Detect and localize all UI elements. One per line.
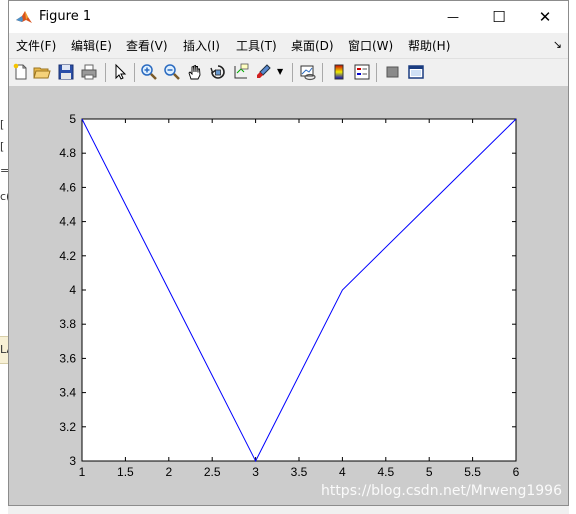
x-tick-label: 4 [339,465,346,479]
background-window-edge: [ [ = c( [0,0,8,514]
background-text-fragment: [ [0,140,5,153]
maximize-icon: ☐ [492,8,506,26]
figure-canvas: 1 1.5 2 2.5 3 3.5 4 4.5 5 5.5 6 3 3.2 3.4 3.6 3.8 4 4.2 4.… [9,86,568,505]
print-icon[interactable] [80,63,98,81]
link-plot-icon[interactable] [299,63,317,81]
y-tick-label: 4.2 [59,249,76,263]
maximize-button[interactable]: ☐ [476,1,522,33]
menu-bar: 文件(F) 编辑(E) 查看(V) 插入(I) 工具(T) 桌面(D) 窗口(W… [9,33,568,57]
background-text-fragment: [ [0,118,5,131]
menu-file[interactable]: 文件(F) [16,37,56,54]
save-icon[interactable] [57,63,75,81]
y-tick-label: 4.8 [59,146,76,160]
y-tick-label: 3.2 [59,420,76,434]
y-tick-label: 3.4 [59,386,76,400]
toolbar-separator [292,63,293,82]
background-text-fragment: = [0,164,8,177]
x-tick-label: 2 [165,465,172,479]
close-button[interactable]: ✕ [522,1,568,33]
window-title: Figure 1 [39,9,92,24]
toolbar-separator [134,63,135,82]
figure-toolbar: ▼ [9,58,568,87]
y-tick-label: 4 [69,283,76,297]
x-tick-label: 1 [79,465,86,479]
x-tick-label: 4.5 [377,465,394,479]
legend-icon[interactable] [353,63,371,81]
pan-icon[interactable] [186,63,204,81]
show-plot-tools-icon[interactable] [407,63,425,81]
menu-tools[interactable]: 工具(T) [236,37,277,54]
data-cursor-icon[interactable] [232,63,250,81]
menu-window[interactable]: 窗口(W) [348,37,393,54]
x-tick-label: 5 [426,465,433,479]
y-tick-label: 5 [69,112,76,126]
zoom-out-icon[interactable] [163,63,181,81]
menu-insert[interactable]: 插入(I) [183,37,220,54]
menu-edit[interactable]: 编辑(E) [71,37,112,54]
x-tick-label: 6 [513,465,520,479]
y-tick-label: 4.4 [59,215,76,229]
colorbar-icon[interactable] [330,63,348,81]
zoom-in-icon[interactable] [140,63,158,81]
menu-help[interactable]: 帮助(H) [408,37,450,54]
y-tick-label: 4.6 [59,180,76,194]
y-tick-label: 3.8 [59,317,76,331]
y-tick-label: 3 [69,454,76,468]
x-tick-label: 5.5 [464,465,481,479]
y-tick-label: 3.6 [59,351,76,365]
toolbar-separator [322,63,323,82]
x-tick-label: 1.5 [117,465,134,479]
title-bar[interactable]: Figure 1 — ☐ ✕ [9,1,568,33]
toolbar-separator [105,63,106,82]
x-tick-label: 3 [252,465,259,479]
brush-dropdown-icon[interactable]: ▼ [277,67,283,76]
menu-desktop[interactable]: 桌面(D) [291,37,334,54]
background-text-fragment: LA [0,343,8,356]
open-file-icon[interactable] [33,63,51,81]
background-text-fragment: c( [0,190,8,203]
figure-window: Figure 1 — ☐ ✕ 文件(F) 编辑(E) 查看(V) 插入(I) 工… [8,0,569,506]
close-icon: ✕ [538,8,552,26]
toolbar-separator [376,63,377,82]
new-figure-icon[interactable] [12,63,30,81]
minimize-icon: — [447,10,459,24]
dock-arrow-icon[interactable]: ↘ [553,38,562,51]
x-tick-label: 2.5 [204,465,221,479]
x-tick-label: 3.5 [291,465,308,479]
watermark-text: https://blog.csdn.net/Mrweng1996 [320,483,562,499]
line-plot[interactable]: 1 1.5 2 2.5 3 3.5 4 4.5 5 5.5 6 3 3.2 3.4 3.6 3.8 4 4.2 4.… [9,86,568,505]
rotate-3d-icon[interactable] [209,63,227,81]
brush-icon[interactable] [255,63,273,81]
hide-plot-tools-icon[interactable] [384,63,402,81]
background-window-edge-right [569,0,576,514]
menu-view[interactable]: 查看(V) [126,37,168,54]
axes-box[interactable] [81,118,517,462]
pointer-icon[interactable] [111,63,129,81]
minimize-button[interactable]: — [430,1,476,33]
matlab-logo-icon [16,11,32,23]
